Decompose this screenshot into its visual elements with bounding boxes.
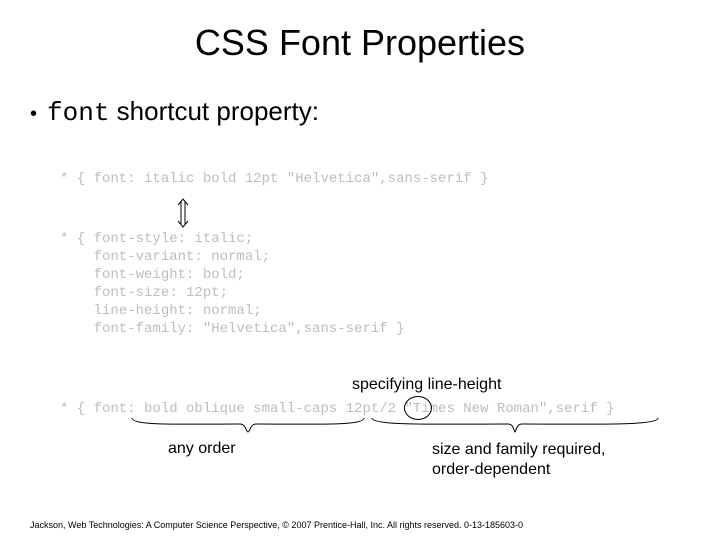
- updown-arrow-icon: [176, 198, 190, 228]
- bullet-code: font: [47, 98, 109, 128]
- annotation-required: size and family required, order-dependen…: [432, 440, 605, 480]
- brace-required-icon: [370, 416, 660, 436]
- annotation-required-2: order-dependent: [432, 460, 605, 480]
- code-long-5: line-height: normal;: [60, 302, 660, 320]
- annotation-required-1: size and family required,: [432, 440, 605, 460]
- slide: CSS Font Properties • font shortcut prop…: [0, 0, 720, 540]
- bullet-dot: •: [30, 101, 37, 127]
- code-long-1: * { font-style: italic;: [60, 230, 660, 248]
- bullet-text: shortcut property:: [109, 96, 319, 126]
- code-long-4: font-size: 12pt;: [60, 284, 660, 302]
- code-long-3: font-weight: bold;: [60, 266, 660, 284]
- code-long-2: font-variant: normal;: [60, 248, 660, 266]
- footer-citation: Jackson, Web Technologies: A Computer Sc…: [30, 520, 523, 530]
- page-title: CSS Font Properties: [0, 0, 720, 64]
- annotation-anyorder: any order: [168, 440, 236, 458]
- bullet-item: • font shortcut property:: [30, 96, 720, 128]
- annotation-lineheight: specifying line-height: [352, 376, 501, 394]
- code-long-6: font-family: "Helvetica",sans-serif }: [60, 320, 660, 338]
- code-block-short-long: * { font: italic bold 12pt "Helvetica",s…: [60, 170, 660, 338]
- code-short: * { font: italic bold 12pt "Helvetica",s…: [60, 170, 660, 188]
- brace-anyorder-icon: [130, 416, 366, 436]
